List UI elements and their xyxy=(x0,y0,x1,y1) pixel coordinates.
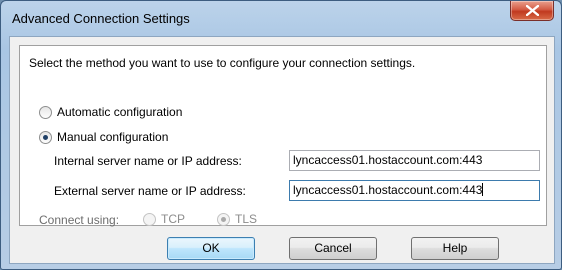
connect-using-label: Connect using: xyxy=(39,213,120,227)
internal-server-label: Internal server name or IP address: xyxy=(54,154,242,168)
manual-config-label: Manual configuration xyxy=(57,130,169,144)
dialog-title: Advanced Connection Settings xyxy=(12,11,190,26)
help-button[interactable]: Help xyxy=(411,237,499,260)
external-server-value: lyncaccess01.hostaccount.com:443 xyxy=(293,183,483,197)
external-server-label: External server name or IP address: xyxy=(54,184,246,198)
tcp-label: TCP xyxy=(161,212,185,226)
dialog-window: Advanced Connection Settings Select the … xyxy=(0,0,562,270)
internal-server-value: lyncaccess01.hostaccount.com:443 xyxy=(293,153,483,167)
automatic-config-option[interactable]: Automatic configuration xyxy=(39,105,182,119)
tls-radio[interactable] xyxy=(217,212,230,226)
close-icon xyxy=(526,5,539,16)
settings-panel: Select the method you want to use to con… xyxy=(19,45,547,227)
manual-config-radio[interactable] xyxy=(39,130,52,144)
text-caret xyxy=(482,183,484,196)
tcp-radio[interactable] xyxy=(143,212,156,226)
tls-label: TLS xyxy=(235,212,258,226)
tls-option[interactable]: TLS xyxy=(217,212,257,226)
internal-server-input[interactable]: lyncaccess01.hostaccount.com:443 xyxy=(289,150,540,171)
tcp-option[interactable]: TCP xyxy=(143,212,185,226)
cancel-button[interactable]: Cancel xyxy=(289,237,377,260)
close-button[interactable] xyxy=(510,1,554,21)
external-server-input[interactable]: lyncaccess01.hostaccount.com:443 xyxy=(289,180,540,201)
automatic-config-label: Automatic configuration xyxy=(57,105,183,119)
title-bar[interactable]: Advanced Connection Settings xyxy=(1,1,561,35)
intro-text: Select the method you want to use to con… xyxy=(29,56,416,70)
ok-button[interactable]: OK xyxy=(167,237,255,260)
automatic-config-radio[interactable] xyxy=(39,105,52,119)
manual-config-option[interactable]: Manual configuration xyxy=(39,130,168,144)
dialog-body: Select the method you want to use to con… xyxy=(9,36,555,264)
